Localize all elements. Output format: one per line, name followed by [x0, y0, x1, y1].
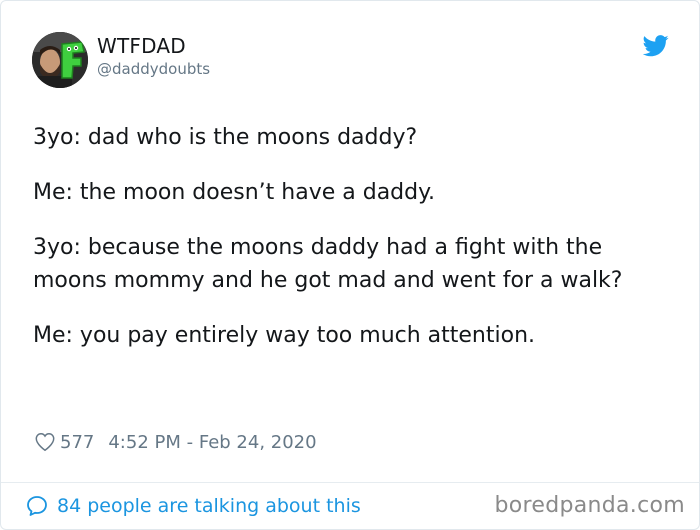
author-display-name[interactable]: WTFDAD	[97, 34, 186, 58]
author-handle[interactable]: @daddydoubts	[97, 60, 210, 78]
tweet-paragraph: Me: the moon doesn’t have a daddy.	[33, 180, 435, 205]
twitter-bird-icon[interactable]	[643, 35, 669, 57]
profile-photo-icon	[32, 32, 88, 88]
talking-text: 84 people are talking about this	[57, 495, 361, 517]
avatar[interactable]	[32, 32, 88, 88]
watermark-logo: boredpanda.com	[494, 493, 685, 518]
like-count[interactable]: 577	[60, 432, 94, 453]
tweet-timestamp[interactable]: 4:52 PM - Feb 24, 2020	[108, 432, 316, 453]
tweet-meta: 577 4:52 PM - Feb 24, 2020	[34, 429, 317, 455]
tweet-text: 3yo: dad who is the moons daddy? Me: the…	[33, 121, 673, 374]
tweet-paragraph: 3yo: dad who is the moons daddy?	[33, 125, 418, 150]
divider	[1, 482, 699, 483]
talking-link[interactable]: 84 people are talking about this	[25, 493, 361, 519]
tweet-paragraph: 3yo: because the moons daddy had a fight…	[33, 235, 623, 293]
heart-icon[interactable]	[34, 431, 56, 453]
speech-bubble-icon	[27, 496, 47, 516]
tweet-card: WTFDAD @daddydoubts 3yo: dad who is the …	[0, 0, 700, 530]
tweet-paragraph: Me: you pay entirely way too much attent…	[33, 323, 536, 348]
